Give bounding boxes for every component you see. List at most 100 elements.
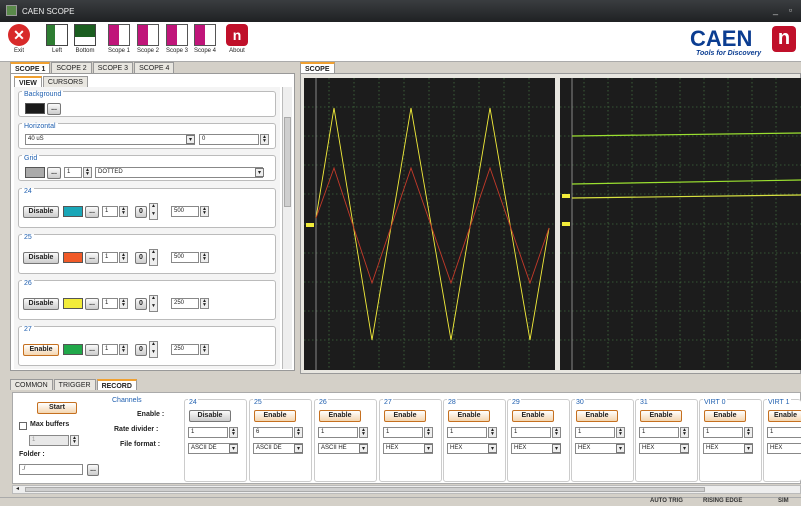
background-color-swatch[interactable] [25, 103, 45, 114]
rate-divider-input[interactable]: 1 [318, 427, 358, 438]
record-channel-toggle-button[interactable]: Enable [319, 410, 361, 422]
channel-27-mode-button[interactable]: 0 [135, 344, 147, 356]
channel-26-color-swatch[interactable] [63, 298, 83, 309]
waveform-plot-left[interactable] [304, 78, 555, 370]
tab-scope-2[interactable]: SCOPE 2 [51, 62, 92, 73]
channel-26-width-input[interactable]: 1 [102, 298, 118, 309]
channel-27-width-input[interactable]: 1 [102, 344, 118, 355]
channel-24-disable-button[interactable]: Disable [23, 206, 59, 218]
channel-26-disable-button[interactable]: Disable [23, 298, 59, 310]
scope2-button[interactable]: Scope 2 [135, 24, 161, 54]
grid-more-button[interactable]: ... [47, 167, 61, 179]
grid-width-stepper[interactable]: ▲ ▼ [83, 167, 92, 178]
record-channel-toggle-button[interactable]: Enable [576, 410, 618, 422]
about-button[interactable]: n About [224, 24, 250, 54]
record-channel-toggle-button[interactable]: Enable [448, 410, 490, 422]
rate-divider-input[interactable]: 1 [447, 427, 487, 438]
tab-scope-3[interactable]: SCOPE 3 [92, 62, 134, 73]
chevron-down-icon[interactable]: ▾ [680, 444, 689, 453]
channel-25-mode-button[interactable]: 0 [135, 252, 147, 264]
width-stepper[interactable]: ▲ ▼ [119, 206, 128, 217]
rate-divider-input[interactable]: 1 [383, 427, 423, 438]
rate-divider-input[interactable]: 1 [639, 427, 679, 438]
width-stepper[interactable]: ▲ ▼ [119, 252, 128, 263]
exit-button[interactable]: ✕ Exit [6, 24, 32, 54]
rate-divider-input[interactable]: 1 [188, 427, 228, 438]
scrollbar-thumb[interactable] [284, 117, 291, 207]
tab-common[interactable]: COMMON [10, 379, 53, 390]
waveform-plot-right[interactable] [560, 78, 801, 370]
chevron-down-icon[interactable]: ▾ [229, 444, 238, 453]
chevron-down-icon[interactable]: ▾ [744, 444, 753, 453]
minimize-icon[interactable]: _ [770, 5, 781, 16]
channel-24-more-button[interactable]: ... [85, 206, 99, 218]
record-horizontal-scrollbar[interactable]: ◂ [12, 485, 801, 494]
channel-27-enable-button[interactable]: Enable [23, 344, 59, 356]
channel-26-scale-input[interactable]: 250 [171, 298, 199, 309]
channel-24-scale-input[interactable]: 500 [171, 206, 199, 217]
record-channel-toggle-button[interactable]: Disable [189, 410, 231, 422]
left-button[interactable]: Left [44, 24, 70, 54]
bottom-button[interactable]: Bottom [72, 24, 98, 54]
grid-style-select[interactable]: DOTTED [95, 167, 263, 178]
trace-marker-yellow[interactable] [306, 223, 314, 227]
horizontal-timebase-select[interactable]: 40 uS [25, 134, 195, 145]
channel-27-color-swatch[interactable] [63, 344, 83, 355]
channel-24-color-swatch[interactable] [63, 206, 83, 217]
channel-26-mode-button[interactable]: 0 [135, 298, 147, 310]
scope3-button[interactable]: Scope 3 [164, 24, 190, 54]
position-stepper[interactable]: ▲ ▼ [149, 203, 158, 220]
rate-divider-input[interactable]: 1 [575, 427, 615, 438]
tab-view[interactable]: VIEW [14, 76, 42, 87]
record-channel-toggle-button[interactable]: Enable [384, 410, 426, 422]
scrollbar-thumb[interactable] [25, 487, 705, 492]
channel-26-more-button[interactable]: ... [85, 298, 99, 310]
chevron-down-icon[interactable]: ▾ [488, 444, 497, 453]
scale-stepper[interactable]: ▲ ▼ [200, 298, 209, 309]
scope4-button[interactable]: Scope 4 [192, 24, 218, 54]
horizontal-offset-input[interactable]: 0 [199, 134, 259, 145]
rate-divider-input[interactable]: 1 [703, 427, 743, 438]
file-format-select[interactable]: HEX [767, 443, 801, 454]
chevron-down-icon[interactable]: ▾ [552, 444, 561, 453]
channel-25-width-input[interactable]: 1 [102, 252, 118, 263]
trace-marker-2[interactable] [562, 222, 570, 226]
chevron-down-icon[interactable]: ▾ [294, 444, 303, 453]
scroll-left-icon[interactable]: ◂ [13, 486, 22, 493]
record-channel-toggle-button[interactable]: Enable [704, 410, 746, 422]
channel-24-mode-button[interactable]: 0 [135, 206, 147, 218]
trace-marker-1[interactable] [562, 194, 570, 198]
background-more-button[interactable]: ... [47, 103, 61, 115]
tab-scope-1[interactable]: SCOPE 1 [10, 62, 51, 73]
channel-24-width-input[interactable]: 1 [102, 206, 118, 217]
record-channel-toggle-button[interactable]: Enable [768, 410, 801, 422]
width-stepper[interactable]: ▲ ▼ [119, 298, 128, 309]
record-channel-toggle-button[interactable]: Enable [640, 410, 682, 422]
record-channel-toggle-button[interactable]: Enable [254, 410, 296, 422]
offset-stepper[interactable]: ▲ ▼ [260, 134, 269, 145]
rate-divider-stepper[interactable]: ▲ ▼ [294, 427, 303, 438]
rate-divider-input[interactable]: 6 [253, 427, 293, 438]
grid-color-swatch[interactable] [25, 167, 45, 178]
scale-stepper[interactable]: ▲ ▼ [200, 344, 209, 355]
channel-27-more-button[interactable]: ... [85, 344, 99, 356]
settings-scrollbar[interactable] [282, 87, 292, 369]
width-stepper[interactable]: ▲ ▼ [119, 344, 128, 355]
tab-scope[interactable]: SCOPE [300, 62, 335, 73]
rate-divider-input[interactable]: 1 [767, 427, 801, 438]
grid-width-input[interactable]: 1 [64, 167, 82, 178]
rate-divider-stepper[interactable]: ▲ ▼ [744, 427, 753, 438]
chevron-down-icon[interactable]: ▾ [359, 444, 368, 453]
chevron-down-icon[interactable]: ▾ [186, 135, 195, 144]
rate-divider-stepper[interactable]: ▲ ▼ [552, 427, 561, 438]
max-buffers-input[interactable]: 1 [29, 435, 69, 446]
start-record-button[interactable]: Start [37, 402, 77, 414]
channel-25-scale-input[interactable]: 500 [171, 252, 199, 263]
rate-divider-stepper[interactable]: ▲ ▼ [229, 427, 238, 438]
scale-stepper[interactable]: ▲ ▼ [200, 252, 209, 263]
position-stepper[interactable]: ▲ ▼ [149, 341, 158, 358]
tab-scope-4[interactable]: SCOPE 4 [134, 62, 175, 73]
channel-27-scale-input[interactable]: 250 [171, 344, 199, 355]
max-buffers-stepper[interactable]: ▲ ▼ [70, 435, 79, 446]
chevron-down-icon[interactable]: ▾ [255, 168, 264, 177]
